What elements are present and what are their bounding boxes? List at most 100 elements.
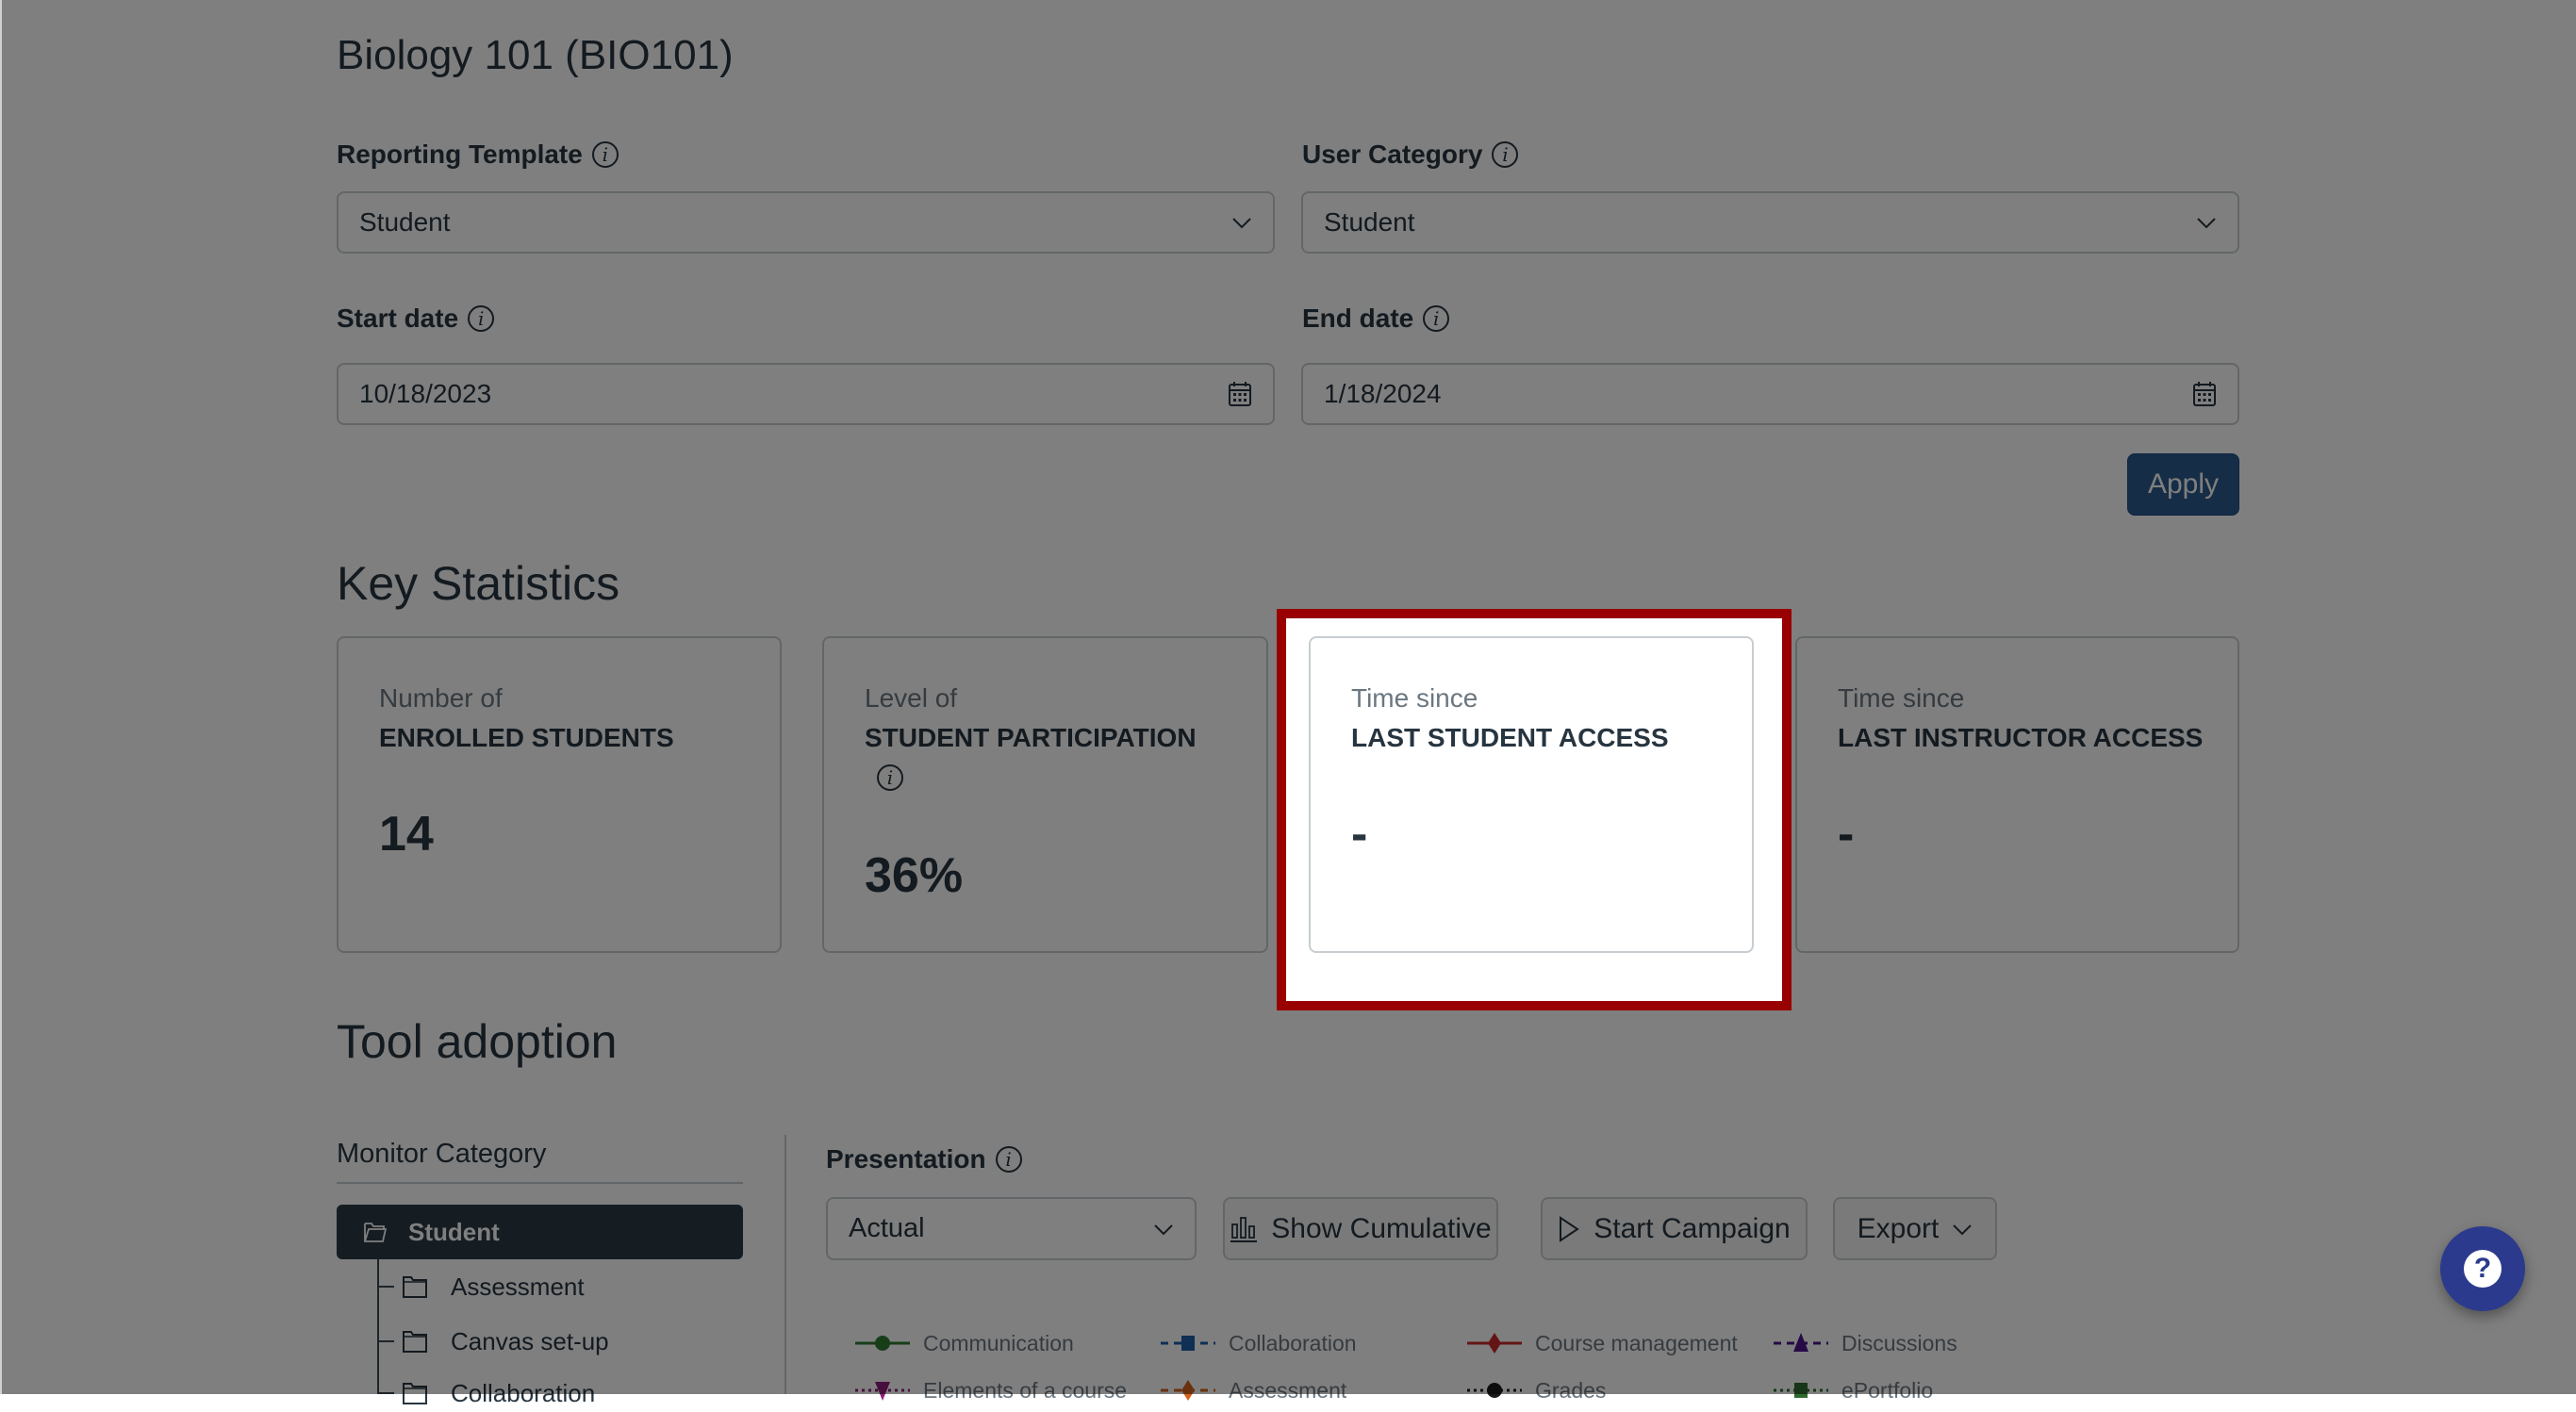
info-icon[interactable]: i	[591, 141, 619, 168]
export-label: Export	[1857, 1212, 1940, 1244]
stat-card-title: ENROLLED STUDENTS	[379, 723, 674, 752]
chevron-down-icon	[1953, 1223, 1973, 1235]
course-report-page: Biology 101 (BIO101) Reporting Template …	[0, 0, 2576, 1407]
start-date-label-text: Start date	[337, 304, 459, 333]
end-date-value: 1/18/2024	[1324, 379, 1442, 408]
legend-item[interactable]: Communication	[853, 1329, 1074, 1357]
tree-item-label: Canvas set-up	[451, 1326, 609, 1355]
stat-card-title: STUDENT PARTICIPATION	[865, 723, 1197, 752]
stat-card-pre: Number of	[379, 683, 503, 713]
stat-card-value: -	[1351, 807, 1368, 862]
apply-button[interactable]: Apply	[2127, 453, 2239, 516]
stat-card-student-participation: Level of STUDENT PARTICIPATION i 36%	[822, 636, 1268, 953]
stat-card-enrolled-students: Number of ENROLLED STUDENTS 14	[337, 636, 782, 953]
chevron-down-icon	[1232, 218, 1251, 229]
monitor-category-label: Monitor Category	[337, 1139, 547, 1169]
legend-item[interactable]: Grades	[1465, 1376, 1606, 1404]
tree-connector	[377, 1286, 394, 1288]
legend-label: Discussions	[1841, 1330, 1957, 1355]
play-icon	[1560, 1215, 1580, 1242]
tree-item-label: Collaboration	[451, 1378, 596, 1407]
legend-item[interactable]: Discussions	[1772, 1329, 1957, 1357]
user-category-label-text: User Category	[1302, 140, 1483, 169]
folder-icon	[403, 1276, 427, 1298]
folder-open-icon	[364, 1223, 388, 1242]
start-campaign-label: Start Campaign	[1593, 1212, 1791, 1244]
chevron-down-icon	[2197, 218, 2216, 229]
info-icon[interactable]: i	[1492, 141, 1519, 168]
start-date-input[interactable]: 10/18/2023	[337, 363, 1275, 425]
legend-label: Elements of a course	[923, 1377, 1128, 1403]
reporting-template-value: Student	[359, 207, 451, 237]
stat-card-title: LAST STUDENT ACCESS	[1351, 723, 1669, 752]
tree-item-student[interactable]: Student	[337, 1205, 743, 1259]
show-cumulative-button[interactable]: Show Cumulative	[1223, 1197, 1498, 1260]
start-date-label: Start date i	[337, 304, 495, 334]
legend-label: Assessment	[1229, 1377, 1347, 1403]
diamond-marker-icon	[1467, 1333, 1522, 1354]
presentation-select[interactable]: Actual	[826, 1197, 1197, 1260]
start-campaign-button[interactable]: Start Campaign	[1541, 1197, 1808, 1260]
highlight-frame: Time since LAST STUDENT ACCESS -	[1277, 609, 1792, 1010]
end-date-label-text: End date	[1302, 304, 1414, 333]
legend-item[interactable]: Assessment	[1159, 1376, 1346, 1404]
info-icon[interactable]: i	[995, 1146, 1022, 1173]
tree-connector	[377, 1340, 394, 1342]
user-category-select[interactable]: Student	[1301, 191, 2239, 254]
tree-item-assessment[interactable]: Assessment	[377, 1268, 585, 1305]
triangle-down-marker-icon	[855, 1382, 910, 1401]
start-date-value: 10/18/2023	[359, 379, 492, 408]
folder-icon	[403, 1331, 427, 1353]
square-marker-icon	[1774, 1383, 1828, 1398]
stat-card-value: 14	[379, 807, 434, 862]
user-category-value: Student	[1324, 207, 1415, 237]
circle-marker-icon	[1467, 1383, 1522, 1398]
tree-item-label: Student	[408, 1217, 500, 1246]
stat-card-value: 36%	[865, 848, 964, 903]
show-cumulative-label: Show Cumulative	[1271, 1212, 1492, 1244]
info-icon[interactable]: i	[1423, 305, 1450, 332]
diamond-marker-icon	[1161, 1380, 1215, 1401]
question-icon: ?	[2464, 1250, 2502, 1288]
circle-marker-icon	[855, 1336, 910, 1351]
stat-card-value: -	[1838, 807, 1855, 862]
stat-card-last-student-access[interactable]: Time since LAST STUDENT ACCESS -	[1309, 636, 1754, 953]
stat-card-last-instructor-access: Time since LAST INSTRUCTOR ACCESS -	[1795, 636, 2239, 953]
end-date-label: End date i	[1302, 304, 1450, 334]
calendar-icon[interactable]	[1228, 381, 1252, 407]
tool-adoption-heading: Tool adoption	[337, 1015, 618, 1068]
legend-item[interactable]: ePortfolio	[1772, 1376, 1933, 1404]
user-category-label: User Category i	[1302, 140, 1519, 170]
square-marker-icon	[1161, 1336, 1215, 1351]
key-statistics-heading: Key Statistics	[337, 557, 620, 610]
stat-card-title: LAST INSTRUCTOR ACCESS	[1838, 723, 2204, 752]
bar-chart-icon	[1230, 1216, 1258, 1242]
legend-item[interactable]: Course management	[1465, 1329, 1738, 1357]
legend-item[interactable]: Elements of a course	[853, 1376, 1127, 1404]
legend-label: Collaboration	[1229, 1330, 1357, 1355]
stat-card-pre: Time since	[1838, 683, 1965, 713]
legend-label: Course management	[1535, 1330, 1738, 1355]
presentation-label-text: Presentation	[826, 1144, 986, 1174]
export-button[interactable]: Export	[1833, 1197, 1997, 1260]
window-edge	[0, 0, 2, 1394]
tree-item-collaboration[interactable]: Collaboration	[377, 1374, 595, 1412]
stat-card-pre: Time since	[1351, 683, 1478, 713]
chevron-down-icon	[1154, 1223, 1173, 1235]
reporting-template-label-text: Reporting Template	[337, 140, 583, 169]
course-title: Biology 101 (BIO101)	[337, 32, 734, 78]
tree-item-label: Assessment	[451, 1272, 585, 1301]
reporting-template-label: Reporting Template i	[337, 140, 619, 170]
folder-icon	[403, 1383, 427, 1404]
tree-item-canvas-setup[interactable]: Canvas set-up	[377, 1322, 609, 1360]
help-button[interactable]: ?	[2440, 1226, 2525, 1311]
presentation-label: Presentation i	[826, 1144, 1022, 1174]
end-date-input[interactable]: 1/18/2024	[1301, 363, 2239, 425]
calendar-icon[interactable]	[2192, 381, 2217, 407]
reporting-template-select[interactable]: Student	[337, 191, 1275, 254]
legend-label: ePortfolio	[1841, 1377, 1934, 1403]
panel-divider	[784, 1135, 786, 1394]
info-icon[interactable]: i	[468, 305, 495, 332]
info-icon[interactable]: i	[877, 764, 903, 791]
legend-item[interactable]: Collaboration	[1159, 1329, 1357, 1357]
